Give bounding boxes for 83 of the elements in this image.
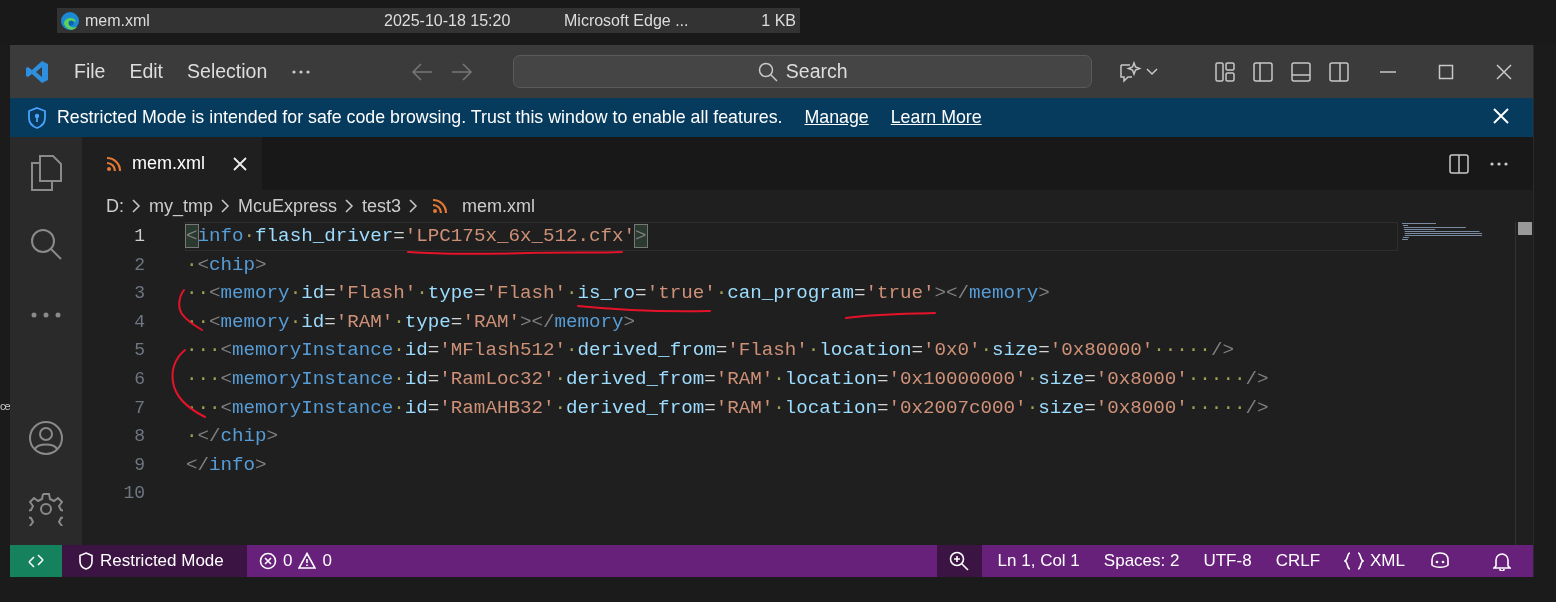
menu-item[interactable]: Edit bbox=[117, 54, 176, 89]
chevron-right-icon bbox=[345, 199, 355, 213]
file-type: Microsoft Edge ... bbox=[564, 11, 690, 30]
minimize-icon bbox=[1380, 70, 1396, 73]
breadcrumb-item[interactable]: McuExpress bbox=[238, 195, 338, 217]
shield-icon bbox=[27, 106, 47, 129]
scrollbar-thumb[interactable] bbox=[1518, 222, 1532, 235]
line-number: 8 bbox=[133, 425, 145, 449]
maximize-icon bbox=[1438, 63, 1454, 80]
chat-sparkle-icon bbox=[1118, 59, 1143, 84]
menu-item[interactable]: Selection bbox=[175, 54, 280, 89]
file-name: mem.xml bbox=[85, 11, 151, 30]
forward-arrow-icon bbox=[451, 61, 474, 82]
editor-tab[interactable]: mem.xml bbox=[82, 137, 262, 190]
close-icon bbox=[1496, 63, 1512, 80]
status-item[interactable]: UTF-8 bbox=[1195, 545, 1260, 577]
code-line: ··<memory·id='Flash'·type='Flash'·is_ro='true'·can_program='true'></memory> bbox=[186, 282, 1050, 305]
status-item[interactable]: CRLF bbox=[1267, 545, 1329, 577]
chevron-right-icon bbox=[132, 199, 141, 213]
breadcrumb-item[interactable]: mem.xml bbox=[462, 195, 536, 217]
problems-button[interactable]: 0 0 bbox=[247, 545, 340, 577]
code-line: ···<memoryInstance·id='MFlash512'·derived_from='Flash'·location='0x0'·size='0x80000'·····/> bbox=[186, 339, 1234, 362]
language-mode-button[interactable]: XML bbox=[1336, 545, 1413, 577]
file-date: 2025-10-18 15:20 bbox=[384, 11, 512, 30]
right-panel-icon bbox=[1329, 61, 1349, 82]
chevron-right-icon bbox=[409, 199, 419, 213]
xml-file-icon bbox=[432, 198, 449, 214]
breadcrumb-item[interactable]: my_tmp bbox=[149, 195, 213, 217]
code-line: ·<chip> bbox=[186, 253, 267, 276]
code-line: ···<memoryInstance·id='RamLoc32'·derived_from='RAM'·location='0x10000000'·size='0x8000'·····/> bbox=[186, 367, 1269, 390]
close-icon bbox=[1493, 108, 1509, 124]
remote-button[interactable] bbox=[10, 545, 62, 577]
chevron-down-icon bbox=[1146, 67, 1159, 76]
bell-icon bbox=[1493, 551, 1511, 571]
back-arrow-icon bbox=[411, 61, 434, 82]
line-number: 1 bbox=[133, 225, 145, 248]
code-line: </info> bbox=[186, 453, 267, 476]
breadcrumb-item[interactable]: D: bbox=[106, 195, 124, 217]
code-line: ·</chip> bbox=[186, 425, 279, 448]
more-icon bbox=[1489, 160, 1509, 167]
banner-link[interactable]: Manage bbox=[804, 107, 869, 128]
warning-icon bbox=[298, 552, 317, 570]
files-icon bbox=[29, 154, 63, 191]
command-center-search[interactable]: Search bbox=[513, 55, 1093, 88]
breadcrumb-item[interactable]: test3 bbox=[362, 195, 402, 217]
more-icon bbox=[30, 311, 62, 318]
cut-off-text: ce bbox=[0, 400, 10, 412]
line-number: 10 bbox=[122, 482, 145, 506]
file-size: 1 KB bbox=[760, 11, 797, 30]
shield-icon bbox=[78, 552, 94, 570]
line-number: 6 bbox=[133, 367, 145, 391]
banner-message: Restricted Mode is intended for safe code browsing. Trust this window to enable all features. bbox=[57, 107, 783, 128]
chevron-right-icon bbox=[221, 199, 230, 213]
line-number: 3 bbox=[133, 282, 145, 306]
line-number: 4 bbox=[133, 310, 145, 334]
layout-icon bbox=[1215, 61, 1235, 82]
xml-file-icon bbox=[106, 155, 122, 172]
bottom-panel-icon bbox=[1291, 61, 1311, 82]
account-icon bbox=[28, 419, 64, 456]
banner-link[interactable]: Learn More bbox=[890, 107, 982, 128]
browser-file-icon bbox=[60, 10, 80, 31]
file-row[interactable]: mem.xml 2025-10-18 15:20 Microsoft Edge ... 1 KB bbox=[57, 8, 800, 33]
left-panel-icon bbox=[1253, 61, 1273, 82]
line-number: 2 bbox=[133, 253, 145, 277]
zoom-button[interactable] bbox=[936, 545, 982, 577]
status-item[interactable]: Ln 1, Col 1 bbox=[989, 545, 1088, 577]
app-logo-icon bbox=[25, 59, 49, 84]
close-icon bbox=[232, 155, 248, 172]
remote-icon bbox=[27, 552, 45, 570]
zoom-in-icon bbox=[949, 551, 970, 571]
status-item[interactable]: Spaces: 2 bbox=[1095, 545, 1188, 577]
code-line: <info·flash_driver='LPC175x_6x_512.cfx'> bbox=[186, 225, 647, 247]
search-icon bbox=[757, 61, 778, 82]
line-number: 5 bbox=[133, 339, 145, 363]
error-icon bbox=[259, 552, 277, 570]
search-icon bbox=[29, 226, 63, 261]
split-editor-icon bbox=[1449, 153, 1469, 174]
braces-icon bbox=[1344, 552, 1365, 570]
restricted-mode-button[interactable]: Restricted Mode bbox=[62, 545, 247, 577]
line-number: 7 bbox=[133, 396, 145, 420]
menu-item[interactable]: File bbox=[62, 54, 118, 89]
tab-label: mem.xml bbox=[132, 153, 205, 174]
line-number: 9 bbox=[133, 453, 145, 477]
